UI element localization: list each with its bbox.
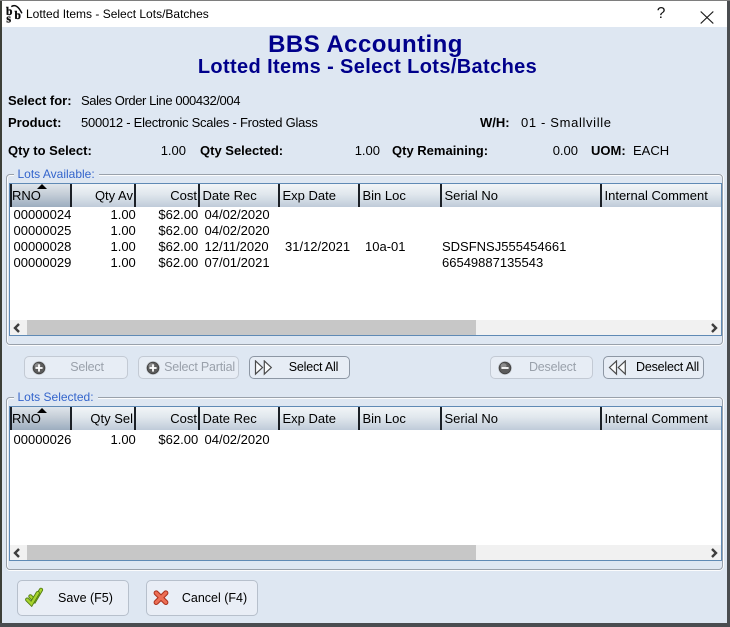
svg-text:b: b [15, 10, 21, 22]
svg-text:s: s [6, 11, 11, 25]
